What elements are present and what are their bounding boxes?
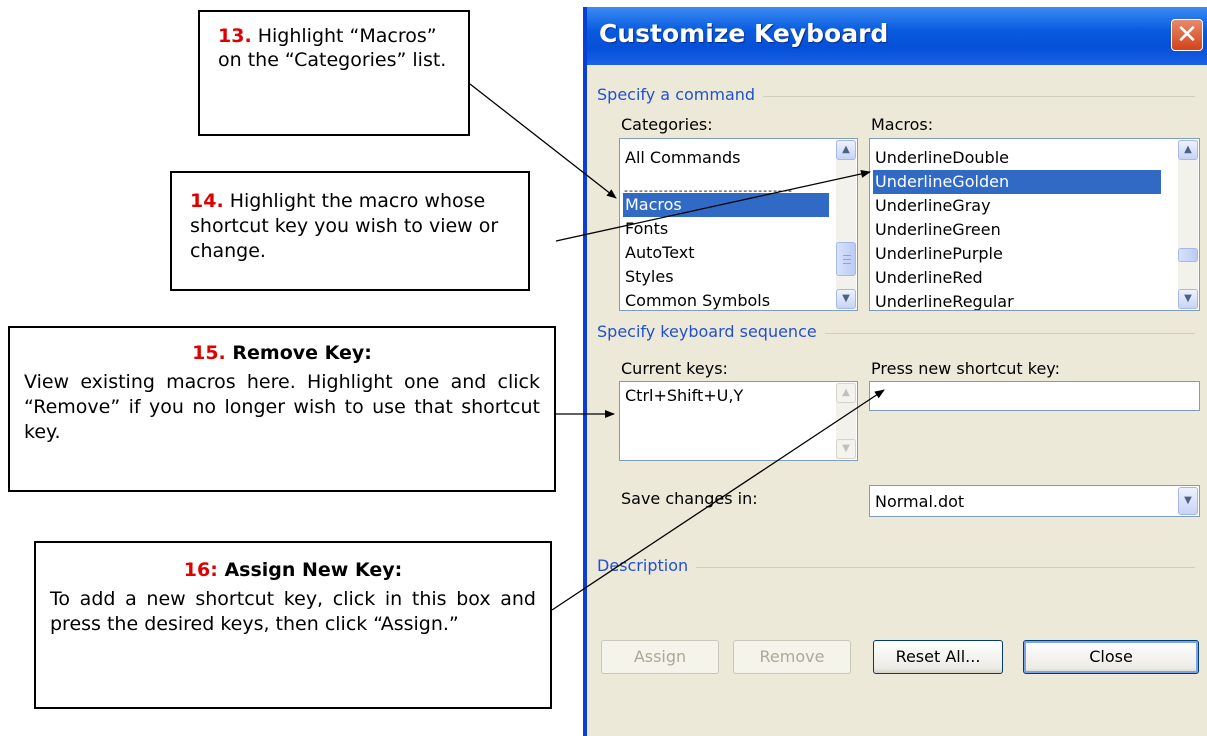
list-item[interactable]: UnderlineRegular [873,290,1014,310]
scroll-thumb[interactable] [836,242,856,276]
step-13-text: Highlight “Macros” on the “Categories” l… [218,25,447,71]
macros-listbox[interactable]: UnderlineDouble UnderlineGolden Underlin… [869,138,1200,311]
reset-all-button[interactable]: Reset All... [873,640,1003,674]
scroll-up-icon: ▲ [836,383,856,403]
description-label: Description [597,556,697,575]
remove-button[interactable]: Remove [733,640,851,674]
step-number-16: 16: [183,559,218,581]
save-changes-value: Normal.dot [875,492,965,511]
list-item[interactable]: Common Symbols [623,289,770,310]
current-keys-label: Current keys: [621,359,728,378]
keyboard-sequence-label: Specify keyboard sequence [597,322,825,341]
list-item[interactable]: UnderlinePurple [873,242,1003,266]
callout-step-14: 14. Highlight the macro whose shortcut k… [170,171,530,291]
list-item[interactable]: UnderlineRed [873,266,983,290]
step-16-heading: 16: Assign New Key: [50,559,536,581]
list-item[interactable]: UnderlineGreen [873,218,1001,242]
step-number-13: 13. [218,25,252,47]
step-15-heading: 15. Remove Key: [24,342,540,364]
step-15-title: Remove Key: [232,342,372,364]
list-item[interactable]: Fonts [623,217,668,241]
close-button[interactable]: Close [1023,640,1199,674]
close-icon[interactable]: ✕ [1171,19,1203,51]
dialog-title: Customize Keyboard [599,19,889,48]
list-item[interactable]: AutoText [623,241,695,265]
categories-label: Categories: [621,115,713,134]
list-item-selected[interactable]: Macros [623,193,829,217]
dropdown-arrow-icon[interactable]: ▼ [1178,487,1198,515]
scroll-down-icon[interactable]: ▼ [1178,289,1198,309]
step-15-text: View existing macros here. Highlight one… [24,371,540,443]
categories-listbox[interactable]: All Commands ---------------------------… [619,138,858,311]
new-shortcut-label: Press new shortcut key: [871,359,1060,378]
step-16-text: To add a new shortcut key, click in this… [50,588,536,635]
list-item-selected[interactable]: UnderlineGolden [873,170,1161,194]
scroll-thumb[interactable] [1178,248,1198,262]
list-item[interactable]: UnderlineDouble [873,146,1009,170]
assign-button[interactable]: Assign [601,640,719,674]
scroll-down-icon[interactable]: ▼ [836,289,856,309]
customize-keyboard-dialog: Customize Keyboard ✕ Specify a command C… [583,7,1207,736]
callout-step-15: 15. Remove Key: View existing macros her… [8,326,556,492]
specify-command-label: Specify a command [597,85,764,104]
macros-label: Macros: [871,115,934,134]
title-bar[interactable]: Customize Keyboard ✕ [587,7,1207,65]
list-item[interactable]: Ctrl+Shift+U,Y [623,384,743,408]
scroll-down-icon: ▼ [836,439,856,459]
scroll-up-icon[interactable]: ▲ [1178,140,1198,160]
macros-scrollbar[interactable]: ▲ ▼ [1178,140,1198,309]
list-item[interactable]: Styles [623,265,674,289]
callout-step-13: 13. Highlight “Macros” on the “Categorie… [198,10,470,136]
step-14-text: Highlight the macro whose shortcut key y… [190,190,499,262]
list-item[interactable]: All Commands [623,146,741,170]
step-number-14: 14. [190,190,224,212]
categories-scrollbar[interactable]: ▲ ▼ [836,140,856,309]
callout-step-16: 16: Assign New Key: To add a new shortcu… [34,541,552,709]
current-keys-scrollbar: ▲ ▼ [836,383,856,459]
new-shortcut-input[interactable] [869,381,1200,411]
save-changes-label: Save changes in: [621,489,758,508]
list-item[interactable]: UnderlineGray [873,194,991,218]
step-16-title: Assign New Key: [224,559,403,581]
step-number-15: 15. [192,342,226,364]
scroll-up-icon[interactable]: ▲ [836,140,856,160]
save-changes-select[interactable]: Normal.dot ▼ [869,485,1200,517]
current-keys-listbox[interactable]: Ctrl+Shift+U,Y ▲ ▼ [619,381,858,461]
